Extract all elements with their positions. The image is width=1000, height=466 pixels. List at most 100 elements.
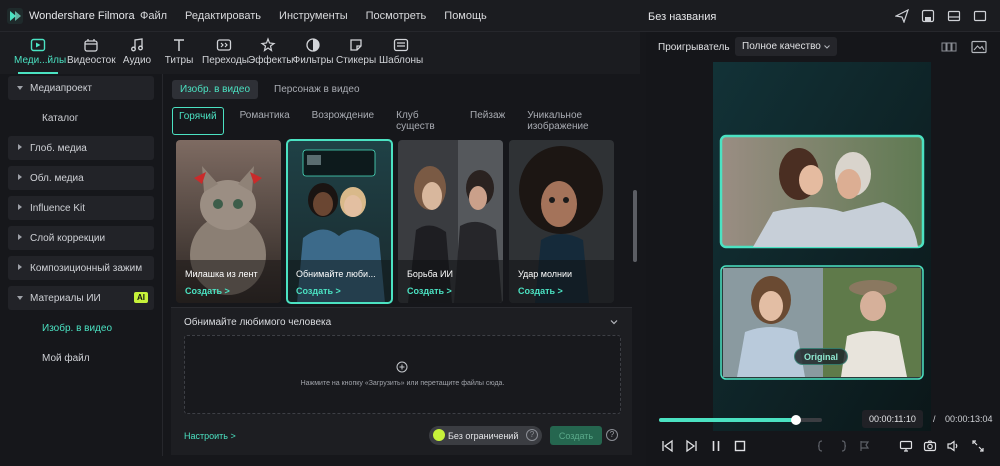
chevron-down-icon[interactable] (609, 317, 619, 327)
title-bar: Wondershare Filmora Файл Редактировать И… (0, 0, 1000, 32)
unlimited-help-icon[interactable]: ? (526, 429, 538, 441)
clip-marker-icon[interactable] (858, 439, 872, 453)
configure-link[interactable]: Настроить > (184, 431, 236, 441)
quality-select[interactable]: Полное качество (735, 37, 837, 56)
tool-filters[interactable]: Фильтры (292, 36, 334, 66)
window-icon[interactable] (972, 8, 988, 24)
unlimited-toggle[interactable]: Без ограничений ? (429, 426, 542, 445)
card-title: Милашка из лент (185, 269, 258, 279)
help-icon[interactable]: ? (606, 429, 618, 441)
sidebar-item-ai-materials[interactable]: Материалы ИИ AI (8, 286, 154, 310)
main-menu: Файл Редактировать Инструменты Посмотрет… (140, 10, 505, 22)
tab-creature-club[interactable]: Клуб существ (390, 107, 454, 135)
tab-landscape[interactable]: Пейзаж (464, 107, 511, 135)
timeline-playhead[interactable] (790, 415, 801, 425)
tool-effects-label: Эффекты (248, 55, 294, 66)
mark-out-icon[interactable] (836, 439, 850, 453)
layout-icon[interactable] (946, 8, 962, 24)
caret-right-icon (18, 174, 22, 180)
card-create-link[interactable]: Создать > (407, 286, 452, 296)
tab-unique-image[interactable]: Уникальное изображение (521, 107, 630, 135)
upload-dropzone[interactable]: Нажмите на кнопку «Загрузить» или перета… (184, 335, 621, 414)
sidebar-item-cloud-media[interactable]: Обл. медиа (8, 166, 154, 190)
tool-stickers[interactable]: Стикеры (336, 36, 376, 66)
templates-icon (379, 36, 423, 53)
video-preview[interactable]: Original (713, 62, 931, 431)
template-card[interactable]: Удар молнии Создать > (509, 140, 614, 303)
sidebar-item-influence-kit[interactable]: Influence Kit (8, 196, 154, 220)
filmora-logo-icon (7, 8, 23, 24)
caret-right-icon (18, 264, 22, 270)
save-project-icon[interactable] (920, 8, 936, 24)
send-icon[interactable] (894, 8, 910, 24)
card-create-link[interactable]: Создать > (296, 286, 341, 296)
next-frame-icon[interactable] (685, 439, 699, 453)
tab-romance[interactable]: Романтика (234, 107, 296, 135)
panel-title: Обнимайте любимого человека (184, 317, 332, 328)
card-create-link[interactable]: Создать > (518, 286, 563, 296)
tool-transitions[interactable]: Переходы (202, 36, 249, 66)
tool-audio[interactable]: Аудио (121, 36, 153, 66)
sidebar-item-catalog[interactable]: Каталог (8, 106, 154, 130)
caret-down-icon (17, 86, 23, 90)
upload-plus-icon (396, 361, 408, 373)
monitor-icon[interactable] (899, 439, 913, 453)
unlimited-label: Без ограничений (448, 430, 519, 441)
tab-hot[interactable]: Горячий (172, 107, 224, 135)
media-toolbar: Меди...йлы Видеосток Аудио Титры Переход… (0, 32, 640, 74)
sidebar-item-image-to-video[interactable]: Изобр. в видео (8, 316, 154, 340)
grid-view-icon[interactable] (941, 40, 957, 54)
menu-help[interactable]: Помощь (444, 10, 487, 22)
menu-tools[interactable]: Инструменты (279, 10, 348, 22)
tab-revival[interactable]: Возрождение (306, 107, 380, 135)
cards-scrollbar[interactable] (633, 190, 637, 262)
caret-right-icon (18, 144, 22, 150)
tool-media[interactable]: Меди...йлы (14, 36, 66, 74)
unlimited-plus-icon (433, 429, 445, 441)
playback-timeline[interactable] (659, 415, 822, 425)
stickers-icon (336, 36, 376, 53)
snapshot-icon[interactable] (923, 439, 937, 453)
app-name: Wondershare Filmora (29, 10, 135, 22)
sidebar-item-compound-clip[interactable]: Композиционный зажим (8, 256, 154, 280)
prev-frame-icon[interactable] (660, 439, 674, 453)
card-create-link[interactable]: Создать > (185, 286, 230, 296)
tool-templates-label: Шаблоны (379, 55, 424, 66)
tab-character-to-video[interactable]: Персонаж в видео (266, 80, 367, 99)
sidebar-item-label: Глоб. медиа (30, 142, 87, 154)
sidebar-item-global-media[interactable]: Глоб. медиа (8, 136, 154, 160)
fullscreen-icon[interactable] (971, 439, 985, 453)
sidebar-item-my-file[interactable]: Мой файл (8, 346, 154, 370)
mark-in-icon[interactable] (814, 439, 828, 453)
image-view-icon[interactable] (971, 40, 987, 54)
template-card[interactable]: Борьба ИИ Создать > (398, 140, 503, 303)
sidebar-item-label: Обл. медиа (30, 172, 84, 184)
transitions-icon (202, 36, 246, 53)
tool-titles[interactable]: Титры (163, 36, 195, 66)
tool-effects[interactable]: Эффекты (248, 36, 293, 66)
menu-edit[interactable]: Редактировать (185, 10, 261, 22)
tab-image-to-video[interactable]: Изобр. в видео (172, 80, 259, 99)
menu-file[interactable]: Файл (140, 10, 167, 22)
primary-tabs: Изобр. в видео Персонаж в видео (172, 80, 368, 99)
template-card[interactable]: Милашка из лент Создать > (176, 140, 281, 303)
current-timecode[interactable]: 00:00:11:10 (862, 410, 923, 428)
tool-filters-label: Фильтры (292, 55, 334, 66)
menu-view[interactable]: Посмотреть (366, 10, 427, 22)
volume-icon[interactable] (946, 439, 960, 453)
tool-stock-label: Видеосток (67, 55, 116, 66)
timecode-separator: / (933, 414, 936, 424)
create-button[interactable]: Создать (550, 426, 602, 445)
sidebar-item-label: Композиционный зажим (30, 262, 143, 274)
tool-templates[interactable]: Шаблоны (379, 36, 423, 66)
card-title: Удар молнии (518, 269, 573, 279)
template-card[interactable]: Обнимайте люби... Создать > (286, 139, 393, 304)
sidebar-item-adjustment-layer[interactable]: Слой коррекции (8, 226, 154, 250)
tool-stock[interactable]: Видеосток (67, 36, 116, 66)
sidebar-item-project-media[interactable]: Медиапроект (8, 76, 154, 100)
sidebar-item-label: Influence Kit (30, 202, 86, 214)
filmora-window: Wondershare Filmora Файл Редактировать И… (0, 0, 1000, 466)
stop-icon[interactable] (733, 439, 747, 453)
pause-icon[interactable] (709, 439, 723, 453)
tool-titles-label: Титры (164, 55, 194, 66)
